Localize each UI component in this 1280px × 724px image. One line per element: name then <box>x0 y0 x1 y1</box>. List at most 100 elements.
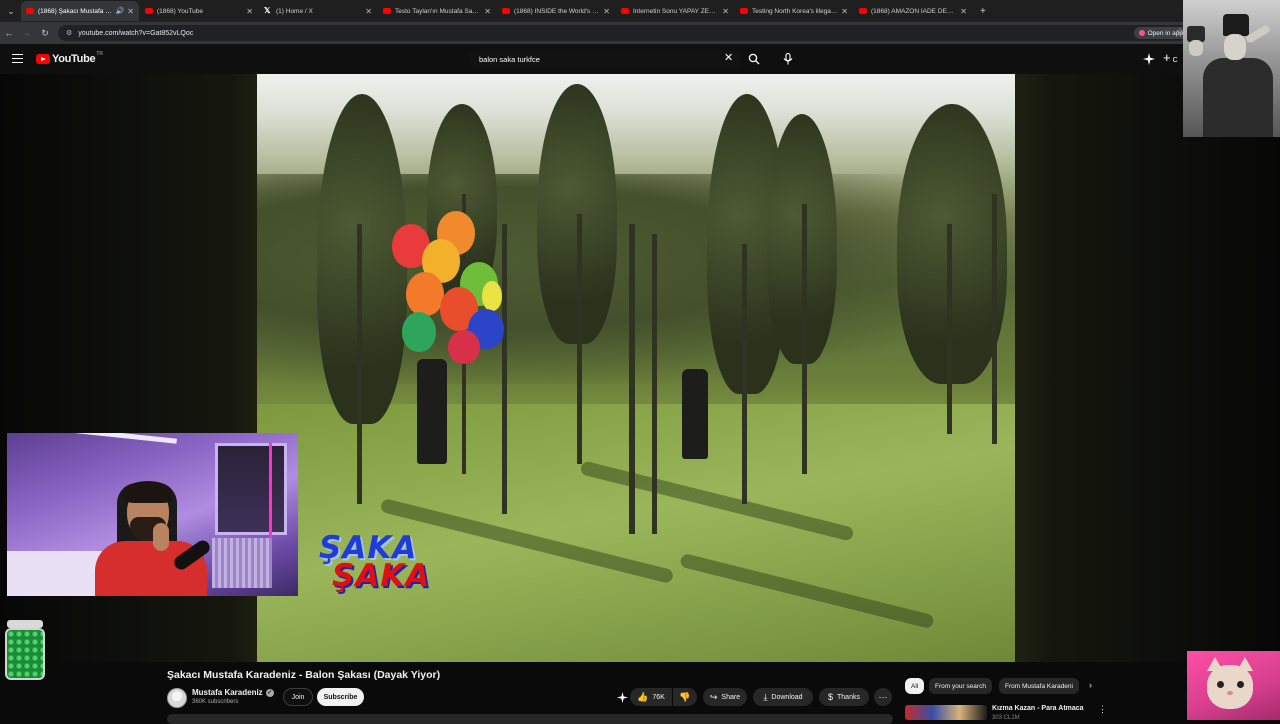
download-label: Download <box>771 693 803 701</box>
youtube-header: YouTube TR balon saka turkfce ✕ + C <box>0 44 1280 74</box>
tab-title: Testing North Korea's illegal sm <box>752 7 839 15</box>
x-icon: 𝕏 <box>264 6 271 15</box>
kalpak-hat <box>1223 14 1249 36</box>
thanks-label: Thanks <box>837 693 860 701</box>
tab-4[interactable]: Testo Taylan'ın Mustafa Sangül'e ✕ <box>378 1 496 21</box>
close-icon[interactable]: ✕ <box>246 7 253 16</box>
subscriber-count: 360K subscribers <box>192 699 239 705</box>
new-tab-button[interactable]: + <box>980 6 986 17</box>
thanks-button[interactable]: $ Thanks <box>819 688 869 706</box>
tree-trunk <box>742 244 747 504</box>
tree-trunk <box>357 224 362 504</box>
microphone-icon <box>783 53 793 65</box>
tab-5[interactable]: (1868) INSIDE the World's Most ✕ <box>497 1 615 21</box>
more-actions-button[interactable]: ⋯ <box>874 688 892 706</box>
youtube-icon <box>621 8 629 14</box>
chip-from-channel[interactable]: From Mustafa Karadeni <box>999 678 1079 694</box>
download-button[interactable]: ⤓ Download <box>753 688 813 706</box>
chip-from-search[interactable]: From your search <box>929 678 992 694</box>
tab-title: İnternetin Sonu YAPAY ZEKA O <box>633 7 720 15</box>
description-box[interactable] <box>167 714 893 724</box>
more-horizontal-icon: ⋯ <box>878 691 888 702</box>
balloon <box>402 312 436 352</box>
youtube-logo[interactable]: YouTube TR <box>36 51 103 65</box>
jar-body <box>5 628 45 680</box>
watermark-line-2: ŞAKA <box>332 558 431 594</box>
streamer-hand <box>153 523 169 551</box>
url-text: youtube.com/watch?v=Gat852vLQoc <box>78 29 194 37</box>
search-query: balon saka turkfce <box>479 54 540 64</box>
youtube-play-icon <box>36 54 50 64</box>
close-icon[interactable]: ✕ <box>127 7 134 16</box>
create-button[interactable] <box>1143 52 1155 65</box>
video-frame[interactable]: ŞAKA ŞAKA <box>257 74 1015 662</box>
radiator <box>212 538 272 588</box>
tab-title: (1868) INSIDE the World's Most <box>514 7 601 15</box>
close-icon[interactable]: ✕ <box>960 7 967 16</box>
more-vertical-icon[interactable]: ⋮ <box>1098 704 1107 715</box>
channel-name-row[interactable]: Mustafa Karadeniz ✓ <box>192 688 274 697</box>
site-info-icon[interactable]: ⚙ <box>66 29 72 37</box>
tab-2[interactable]: (1868) YouTube ✕ <box>140 1 258 21</box>
back-arrow-icon[interactable]: ← <box>0 28 18 38</box>
cat-eye <box>1217 681 1224 688</box>
chevron-right-icon[interactable]: › <box>1089 680 1092 690</box>
tab-title: (1868) AMAZON İADE DEPOSU <box>871 7 958 15</box>
voice-search-button[interactable] <box>779 50 797 68</box>
like-button[interactable]: 👍 76K <box>630 688 672 706</box>
ask-button[interactable] <box>613 688 631 706</box>
forward-arrow-icon[interactable]: → <box>18 28 36 38</box>
url-field[interactable]: ⚙ youtube.com/watch?v=Gat852vLQoc Open i… <box>58 25 1188 41</box>
channel-name[interactable]: Mustafa Karadeniz <box>192 688 263 697</box>
tab-8[interactable]: (1868) AMAZON İADE DEPOSU ✕ <box>854 1 972 21</box>
download-icon: ⤓ <box>763 691 768 702</box>
create-plus-button[interactable]: + C <box>1163 50 1178 65</box>
subscribe-button[interactable]: Subscribe <box>317 688 364 706</box>
join-button[interactable]: Join <box>283 688 313 706</box>
reload-icon[interactable]: ↻ <box>36 28 54 39</box>
tab-title: (1868) Şakacı Mustafa Karadeniz <box>38 7 114 15</box>
channel-avatar[interactable] <box>167 688 187 708</box>
dislike-button[interactable]: 👎 <box>673 688 697 706</box>
tab-3[interactable]: 𝕏 (1) Home / X ✕ <box>259 1 377 21</box>
streamer-hair <box>124 481 172 503</box>
like-count: 76K <box>652 693 665 701</box>
person-with-balloons <box>417 359 447 464</box>
soldier-face <box>1189 40 1203 56</box>
youtube-icon <box>145 8 153 14</box>
saluting-face <box>1224 34 1246 60</box>
clear-search-icon[interactable]: ✕ <box>724 52 733 64</box>
app-icon <box>1138 30 1145 36</box>
recommendation-thumbnail[interactable] <box>905 705 987 720</box>
tab-1[interactable]: (1868) Şakacı Mustafa Karadeniz 🔊 ✕ <box>21 1 139 21</box>
thanks-icon: $ <box>828 692 834 702</box>
sparkle-icon <box>1143 53 1155 65</box>
balloon <box>448 330 480 364</box>
speaker-icon[interactable]: 🔊 <box>116 7 125 15</box>
search-button[interactable] <box>742 50 766 68</box>
menu-icon[interactable] <box>12 54 23 63</box>
search-input[interactable]: balon saka turkfce <box>469 50 741 68</box>
close-icon[interactable]: ✕ <box>484 7 491 16</box>
close-icon[interactable]: ✕ <box>365 7 372 16</box>
tab-7[interactable]: Testing North Korea's illegal sm ✕ <box>735 1 853 21</box>
close-icon[interactable]: ✕ <box>841 7 848 16</box>
youtube-icon <box>859 8 867 14</box>
tab-6[interactable]: İnternetin Sonu YAPAY ZEKA O ✕ <box>616 1 734 21</box>
close-icon[interactable]: ✕ <box>603 7 610 16</box>
youtube-icon <box>383 8 391 14</box>
led-strip <box>252 443 272 543</box>
cat-overlay <box>1187 651 1280 720</box>
recommendation-title[interactable]: Kızma Kazan - Para Atmaca <box>992 705 1084 712</box>
tab-title: Testo Taylan'ın Mustafa Sangül'e <box>395 7 482 15</box>
address-bar-row: ← → ↻ ⚙ youtube.com/watch?v=Gat852vLQoc … <box>0 22 1280 44</box>
share-button[interactable]: ↪ Share <box>703 688 747 706</box>
tree-trunk <box>577 214 582 464</box>
historical-photo-overlay <box>1183 0 1280 137</box>
youtube-icon <box>740 8 748 14</box>
tab-search-button[interactable]: ⌄ <box>2 2 20 20</box>
close-icon[interactable]: ✕ <box>722 7 729 16</box>
chip-all[interactable]: All <box>905 678 925 694</box>
youtube-icon <box>26 8 34 14</box>
room-window <box>215 443 287 535</box>
